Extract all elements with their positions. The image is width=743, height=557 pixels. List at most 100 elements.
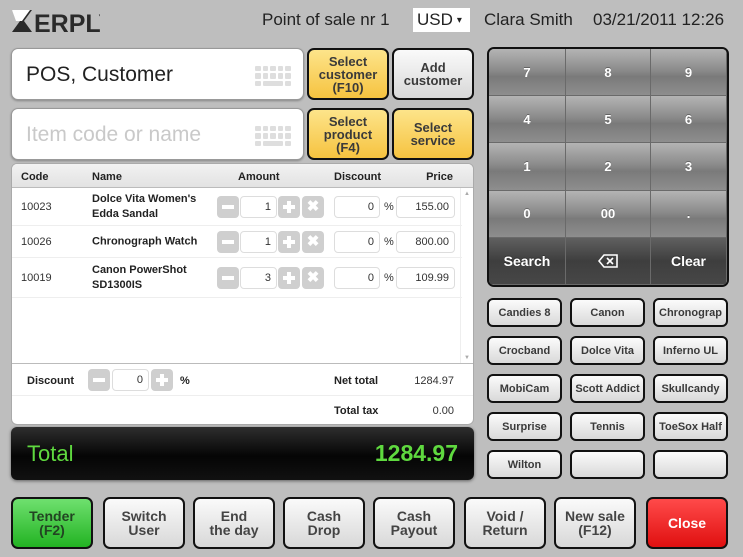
column-header-price: Price <box>426 171 453 183</box>
clear-key[interactable]: Clear <box>651 237 727 285</box>
product-button[interactable]: MobiCam <box>487 374 562 403</box>
decrease-discount-button[interactable] <box>88 368 110 391</box>
cart-header: Code Name Amount Discount Price <box>12 164 473 188</box>
column-header-name: Name <box>92 171 122 183</box>
net-total-value: 1284.97 <box>414 375 454 387</box>
increase-discount-button[interactable] <box>151 368 173 391</box>
customer-field[interactable]: POS, Customer <box>11 48 304 100</box>
add-customer-button[interactable]: Add customer <box>392 48 474 100</box>
amount-input[interactable]: 1 <box>240 195 277 218</box>
decrease-amount-button[interactable] <box>217 195 239 218</box>
column-header-code: Code <box>21 171 49 183</box>
amount-input[interactable]: 3 <box>240 266 277 289</box>
item-search-input[interactable]: Item code or name <box>11 108 304 160</box>
erply-logo: ERPLY <box>10 6 115 38</box>
column-header-discount: Discount <box>334 171 382 183</box>
net-total-label: Net total <box>334 375 378 387</box>
increase-amount-button[interactable] <box>278 195 300 218</box>
key-4[interactable]: 4 <box>489 96 566 144</box>
percent-sign: % <box>384 271 394 284</box>
table-row[interactable]: 10023 Dolce Vita Women's Edda Sandal 1 ✖… <box>12 188 462 226</box>
price-input[interactable]: 109.99 <box>396 266 455 289</box>
tender-button[interactable]: Tender (F2) <box>11 497 93 549</box>
cash-drop-button[interactable]: Cash Drop <box>283 497 365 549</box>
empty-product-button[interactable] <box>570 450 645 479</box>
close-button[interactable]: Close <box>646 497 728 549</box>
key-9[interactable]: 9 <box>651 49 727 97</box>
amount-input[interactable]: 1 <box>240 230 277 253</box>
keyboard-icon[interactable] <box>255 126 291 146</box>
key-7[interactable]: 7 <box>489 49 566 97</box>
decrease-amount-button[interactable] <box>217 230 239 253</box>
scroll-down-icon[interactable]: ▼ <box>464 355 470 361</box>
discount-input[interactable]: 0 <box>334 266 380 289</box>
product-button[interactable]: Canon <box>570 298 645 327</box>
discount-label: Discount <box>27 375 75 387</box>
product-button[interactable]: Inferno UL <box>653 336 728 365</box>
backspace-key[interactable] <box>566 237 651 285</box>
keyboard-icon[interactable] <box>255 66 291 86</box>
item-name: Dolce Vita Women's Edda Sandal <box>92 192 197 220</box>
product-button[interactable]: Surprise <box>487 412 562 441</box>
product-button[interactable]: ToeSox Half <box>653 412 728 441</box>
increase-amount-button[interactable] <box>278 266 300 289</box>
key-00[interactable]: 00 <box>566 190 651 238</box>
key-2[interactable]: 2 <box>566 143 651 191</box>
percent-sign: % <box>384 235 394 248</box>
discount-input[interactable]: 0 <box>334 230 380 253</box>
product-button[interactable]: Crocband <box>487 336 562 365</box>
key-5[interactable]: 5 <box>566 96 651 144</box>
product-button[interactable]: Wilton <box>487 450 562 479</box>
currency-value: USD <box>417 10 453 29</box>
item-search-placeholder: Item code or name <box>26 123 202 146</box>
user-name: Clara Smith <box>484 10 573 29</box>
select-product-button[interactable]: Select product (F4) <box>307 108 389 160</box>
item-name: Chronograph Watch <box>92 235 198 247</box>
key-8[interactable]: 8 <box>566 49 651 97</box>
empty-product-button[interactable] <box>653 450 728 479</box>
scroll-up-icon[interactable]: ▲ <box>464 191 470 197</box>
cart-table: Code Name Amount Discount Price 10023 Do… <box>11 163 474 425</box>
select-service-button[interactable]: Select service <box>392 108 474 160</box>
product-button[interactable]: Scott Addict <box>570 374 645 403</box>
product-button[interactable]: Tennis <box>570 412 645 441</box>
product-button[interactable]: Dolce Vita <box>570 336 645 365</box>
total-discount-input[interactable]: 0 <box>112 368 149 391</box>
total-value: 1284.97 <box>374 440 458 466</box>
price-input[interactable]: 155.00 <box>396 195 455 218</box>
key-3[interactable]: 3 <box>651 143 727 191</box>
key-0[interactable]: 0 <box>489 190 566 238</box>
table-row[interactable]: 10026 Chronograph Watch 1 ✖ 0 % 800.00 <box>12 226 462 258</box>
cart-scrollbar[interactable]: ▲ ▼ <box>460 188 473 363</box>
total-tax-value: 0.00 <box>432 405 454 417</box>
table-row[interactable]: 10019 Canon PowerShot SD1300IS 3 ✖ 0 % 1… <box>12 258 462 298</box>
total-label: Total <box>27 441 74 466</box>
product-button[interactable]: Skullcandy <box>653 374 728 403</box>
search-key[interactable]: Search <box>489 237 566 285</box>
remove-item-button[interactable]: ✖ <box>302 195 324 218</box>
end-day-button[interactable]: End the day <box>193 497 275 549</box>
void-return-button[interactable]: Void / Return <box>464 497 546 549</box>
product-button[interactable]: Candies 8 <box>487 298 562 327</box>
remove-item-button[interactable]: ✖ <box>302 230 324 253</box>
price-input[interactable]: 800.00 <box>396 230 455 253</box>
product-button[interactable]: Chronograp <box>653 298 728 327</box>
cart-summary: Discount 0 % Net total 1284.97 Total tax… <box>12 363 473 424</box>
switch-user-button[interactable]: Switch User <box>103 497 185 549</box>
new-sale-button[interactable]: New sale (F12) <box>554 497 636 549</box>
discount-input[interactable]: 0 <box>334 195 380 218</box>
remove-item-button[interactable]: ✖ <box>302 266 324 289</box>
numeric-keypad: 7 8 9 4 5 6 1 2 3 0 00 . Search Clear <box>487 47 729 287</box>
increase-amount-button[interactable] <box>278 230 300 253</box>
cash-payout-button[interactable]: Cash Payout <box>373 497 455 549</box>
currency-select[interactable]: USD ▾ <box>413 8 470 32</box>
item-code: 10026 <box>21 235 52 248</box>
datetime: 03/21/2011 12:26 <box>593 10 725 29</box>
decrease-amount-button[interactable] <box>217 266 239 289</box>
key-6[interactable]: 6 <box>651 96 727 144</box>
total-tax-label: Total tax <box>334 405 379 417</box>
percent-sign: % <box>180 375 190 387</box>
select-customer-button[interactable]: Select customer (F10) <box>307 48 389 100</box>
key-decimal[interactable]: . <box>651 190 727 238</box>
key-1[interactable]: 1 <box>489 143 566 191</box>
